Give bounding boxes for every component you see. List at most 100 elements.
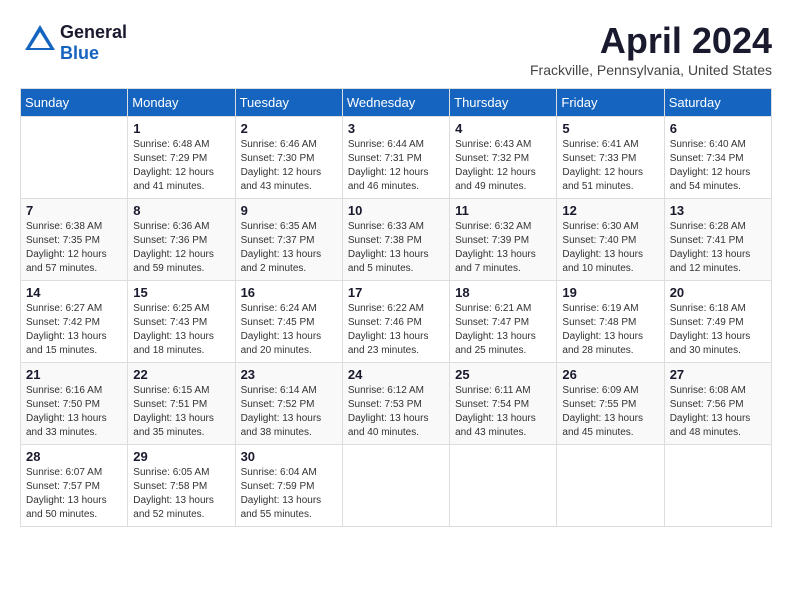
calendar-cell: 5 Sunrise: 6:41 AMSunset: 7:33 PMDayligh… [557, 117, 664, 199]
calendar-cell: 23 Sunrise: 6:14 AMSunset: 7:52 PMDaylig… [235, 363, 342, 445]
day-info: Sunrise: 6:21 AMSunset: 7:47 PMDaylight:… [455, 302, 551, 358]
calendar-cell: 8 Sunrise: 6:36 AMSunset: 7:36 PMDayligh… [128, 199, 235, 281]
day-number: 1 [133, 121, 229, 136]
day-info: Sunrise: 6:12 AMSunset: 7:53 PMDaylight:… [348, 384, 444, 440]
weekday-header-friday: Friday [557, 89, 664, 117]
calendar-cell: 7 Sunrise: 6:38 AMSunset: 7:35 PMDayligh… [21, 199, 128, 281]
calendar-cell: 21 Sunrise: 6:16 AMSunset: 7:50 PMDaylig… [21, 363, 128, 445]
calendar-cell: 29 Sunrise: 6:05 AMSunset: 7:58 PMDaylig… [128, 445, 235, 527]
day-number: 11 [455, 203, 551, 218]
calendar-cell: 25 Sunrise: 6:11 AMSunset: 7:54 PMDaylig… [450, 363, 557, 445]
calendar-cell: 16 Sunrise: 6:24 AMSunset: 7:45 PMDaylig… [235, 281, 342, 363]
day-info: Sunrise: 6:14 AMSunset: 7:52 PMDaylight:… [241, 384, 337, 440]
day-info: Sunrise: 6:43 AMSunset: 7:32 PMDaylight:… [455, 138, 551, 194]
calendar-week-row: 28 Sunrise: 6:07 AMSunset: 7:57 PMDaylig… [21, 445, 772, 527]
day-number: 13 [670, 203, 766, 218]
day-number: 25 [455, 367, 551, 382]
weekday-header-sunday: Sunday [21, 89, 128, 117]
calendar-cell: 1 Sunrise: 6:48 AMSunset: 7:29 PMDayligh… [128, 117, 235, 199]
calendar-cell: 27 Sunrise: 6:08 AMSunset: 7:56 PMDaylig… [664, 363, 771, 445]
calendar-cell: 3 Sunrise: 6:44 AMSunset: 7:31 PMDayligh… [342, 117, 449, 199]
day-number: 2 [241, 121, 337, 136]
day-number: 28 [26, 449, 122, 464]
day-info: Sunrise: 6:32 AMSunset: 7:39 PMDaylight:… [455, 220, 551, 276]
weekday-header-wednesday: Wednesday [342, 89, 449, 117]
logo-general-text: General [60, 22, 127, 42]
day-info: Sunrise: 6:25 AMSunset: 7:43 PMDaylight:… [133, 302, 229, 358]
logo-icon [20, 20, 60, 60]
location: Frackville, Pennsylvania, United States [530, 62, 772, 78]
calendar-cell: 13 Sunrise: 6:28 AMSunset: 7:41 PMDaylig… [664, 199, 771, 281]
day-number: 29 [133, 449, 229, 464]
day-number: 22 [133, 367, 229, 382]
day-info: Sunrise: 6:28 AMSunset: 7:41 PMDaylight:… [670, 220, 766, 276]
day-number: 15 [133, 285, 229, 300]
calendar-cell: 2 Sunrise: 6:46 AMSunset: 7:30 PMDayligh… [235, 117, 342, 199]
day-number: 12 [562, 203, 658, 218]
calendar-table: SundayMondayTuesdayWednesdayThursdayFrid… [20, 88, 772, 527]
day-number: 6 [670, 121, 766, 136]
day-info: Sunrise: 6:35 AMSunset: 7:37 PMDaylight:… [241, 220, 337, 276]
day-info: Sunrise: 6:41 AMSunset: 7:33 PMDaylight:… [562, 138, 658, 194]
day-number: 21 [26, 367, 122, 382]
calendar-cell [342, 445, 449, 527]
day-number: 7 [26, 203, 122, 218]
day-number: 17 [348, 285, 444, 300]
day-info: Sunrise: 6:44 AMSunset: 7:31 PMDaylight:… [348, 138, 444, 194]
calendar-cell: 4 Sunrise: 6:43 AMSunset: 7:32 PMDayligh… [450, 117, 557, 199]
day-number: 30 [241, 449, 337, 464]
day-info: Sunrise: 6:15 AMSunset: 7:51 PMDaylight:… [133, 384, 229, 440]
logo-blue-text: Blue [60, 43, 99, 63]
day-number: 23 [241, 367, 337, 382]
calendar-cell: 22 Sunrise: 6:15 AMSunset: 7:51 PMDaylig… [128, 363, 235, 445]
calendar-cell: 12 Sunrise: 6:30 AMSunset: 7:40 PMDaylig… [557, 199, 664, 281]
day-number: 14 [26, 285, 122, 300]
calendar-cell: 6 Sunrise: 6:40 AMSunset: 7:34 PMDayligh… [664, 117, 771, 199]
day-info: Sunrise: 6:30 AMSunset: 7:40 PMDaylight:… [562, 220, 658, 276]
day-info: Sunrise: 6:36 AMSunset: 7:36 PMDaylight:… [133, 220, 229, 276]
day-number: 3 [348, 121, 444, 136]
day-number: 9 [241, 203, 337, 218]
day-info: Sunrise: 6:07 AMSunset: 7:57 PMDaylight:… [26, 466, 122, 522]
day-info: Sunrise: 6:16 AMSunset: 7:50 PMDaylight:… [26, 384, 122, 440]
page-header: General Blue April 2024 Frackville, Penn… [20, 20, 772, 78]
day-info: Sunrise: 6:04 AMSunset: 7:59 PMDaylight:… [241, 466, 337, 522]
title-area: April 2024 Frackville, Pennsylvania, Uni… [530, 20, 772, 78]
day-number: 19 [562, 285, 658, 300]
calendar-cell: 26 Sunrise: 6:09 AMSunset: 7:55 PMDaylig… [557, 363, 664, 445]
day-number: 5 [562, 121, 658, 136]
calendar-cell: 28 Sunrise: 6:07 AMSunset: 7:57 PMDaylig… [21, 445, 128, 527]
calendar-cell [21, 117, 128, 199]
calendar-cell: 14 Sunrise: 6:27 AMSunset: 7:42 PMDaylig… [21, 281, 128, 363]
weekday-header-saturday: Saturday [664, 89, 771, 117]
calendar-cell: 17 Sunrise: 6:22 AMSunset: 7:46 PMDaylig… [342, 281, 449, 363]
logo: General Blue [20, 20, 127, 65]
day-info: Sunrise: 6:38 AMSunset: 7:35 PMDaylight:… [26, 220, 122, 276]
calendar-cell: 20 Sunrise: 6:18 AMSunset: 7:49 PMDaylig… [664, 281, 771, 363]
day-info: Sunrise: 6:11 AMSunset: 7:54 PMDaylight:… [455, 384, 551, 440]
calendar-cell: 30 Sunrise: 6:04 AMSunset: 7:59 PMDaylig… [235, 445, 342, 527]
day-info: Sunrise: 6:19 AMSunset: 7:48 PMDaylight:… [562, 302, 658, 358]
weekday-header-tuesday: Tuesday [235, 89, 342, 117]
calendar-cell: 18 Sunrise: 6:21 AMSunset: 7:47 PMDaylig… [450, 281, 557, 363]
calendar-cell [557, 445, 664, 527]
day-info: Sunrise: 6:48 AMSunset: 7:29 PMDaylight:… [133, 138, 229, 194]
day-number: 10 [348, 203, 444, 218]
day-info: Sunrise: 6:22 AMSunset: 7:46 PMDaylight:… [348, 302, 444, 358]
weekday-header-row: SundayMondayTuesdayWednesdayThursdayFrid… [21, 89, 772, 117]
calendar-cell: 11 Sunrise: 6:32 AMSunset: 7:39 PMDaylig… [450, 199, 557, 281]
day-number: 4 [455, 121, 551, 136]
calendar-cell: 24 Sunrise: 6:12 AMSunset: 7:53 PMDaylig… [342, 363, 449, 445]
day-info: Sunrise: 6:46 AMSunset: 7:30 PMDaylight:… [241, 138, 337, 194]
calendar-cell [450, 445, 557, 527]
day-info: Sunrise: 6:40 AMSunset: 7:34 PMDaylight:… [670, 138, 766, 194]
calendar-cell: 15 Sunrise: 6:25 AMSunset: 7:43 PMDaylig… [128, 281, 235, 363]
calendar-cell: 19 Sunrise: 6:19 AMSunset: 7:48 PMDaylig… [557, 281, 664, 363]
weekday-header-monday: Monday [128, 89, 235, 117]
calendar-week-row: 21 Sunrise: 6:16 AMSunset: 7:50 PMDaylig… [21, 363, 772, 445]
day-number: 26 [562, 367, 658, 382]
day-info: Sunrise: 6:18 AMSunset: 7:49 PMDaylight:… [670, 302, 766, 358]
day-info: Sunrise: 6:24 AMSunset: 7:45 PMDaylight:… [241, 302, 337, 358]
day-number: 20 [670, 285, 766, 300]
day-number: 16 [241, 285, 337, 300]
